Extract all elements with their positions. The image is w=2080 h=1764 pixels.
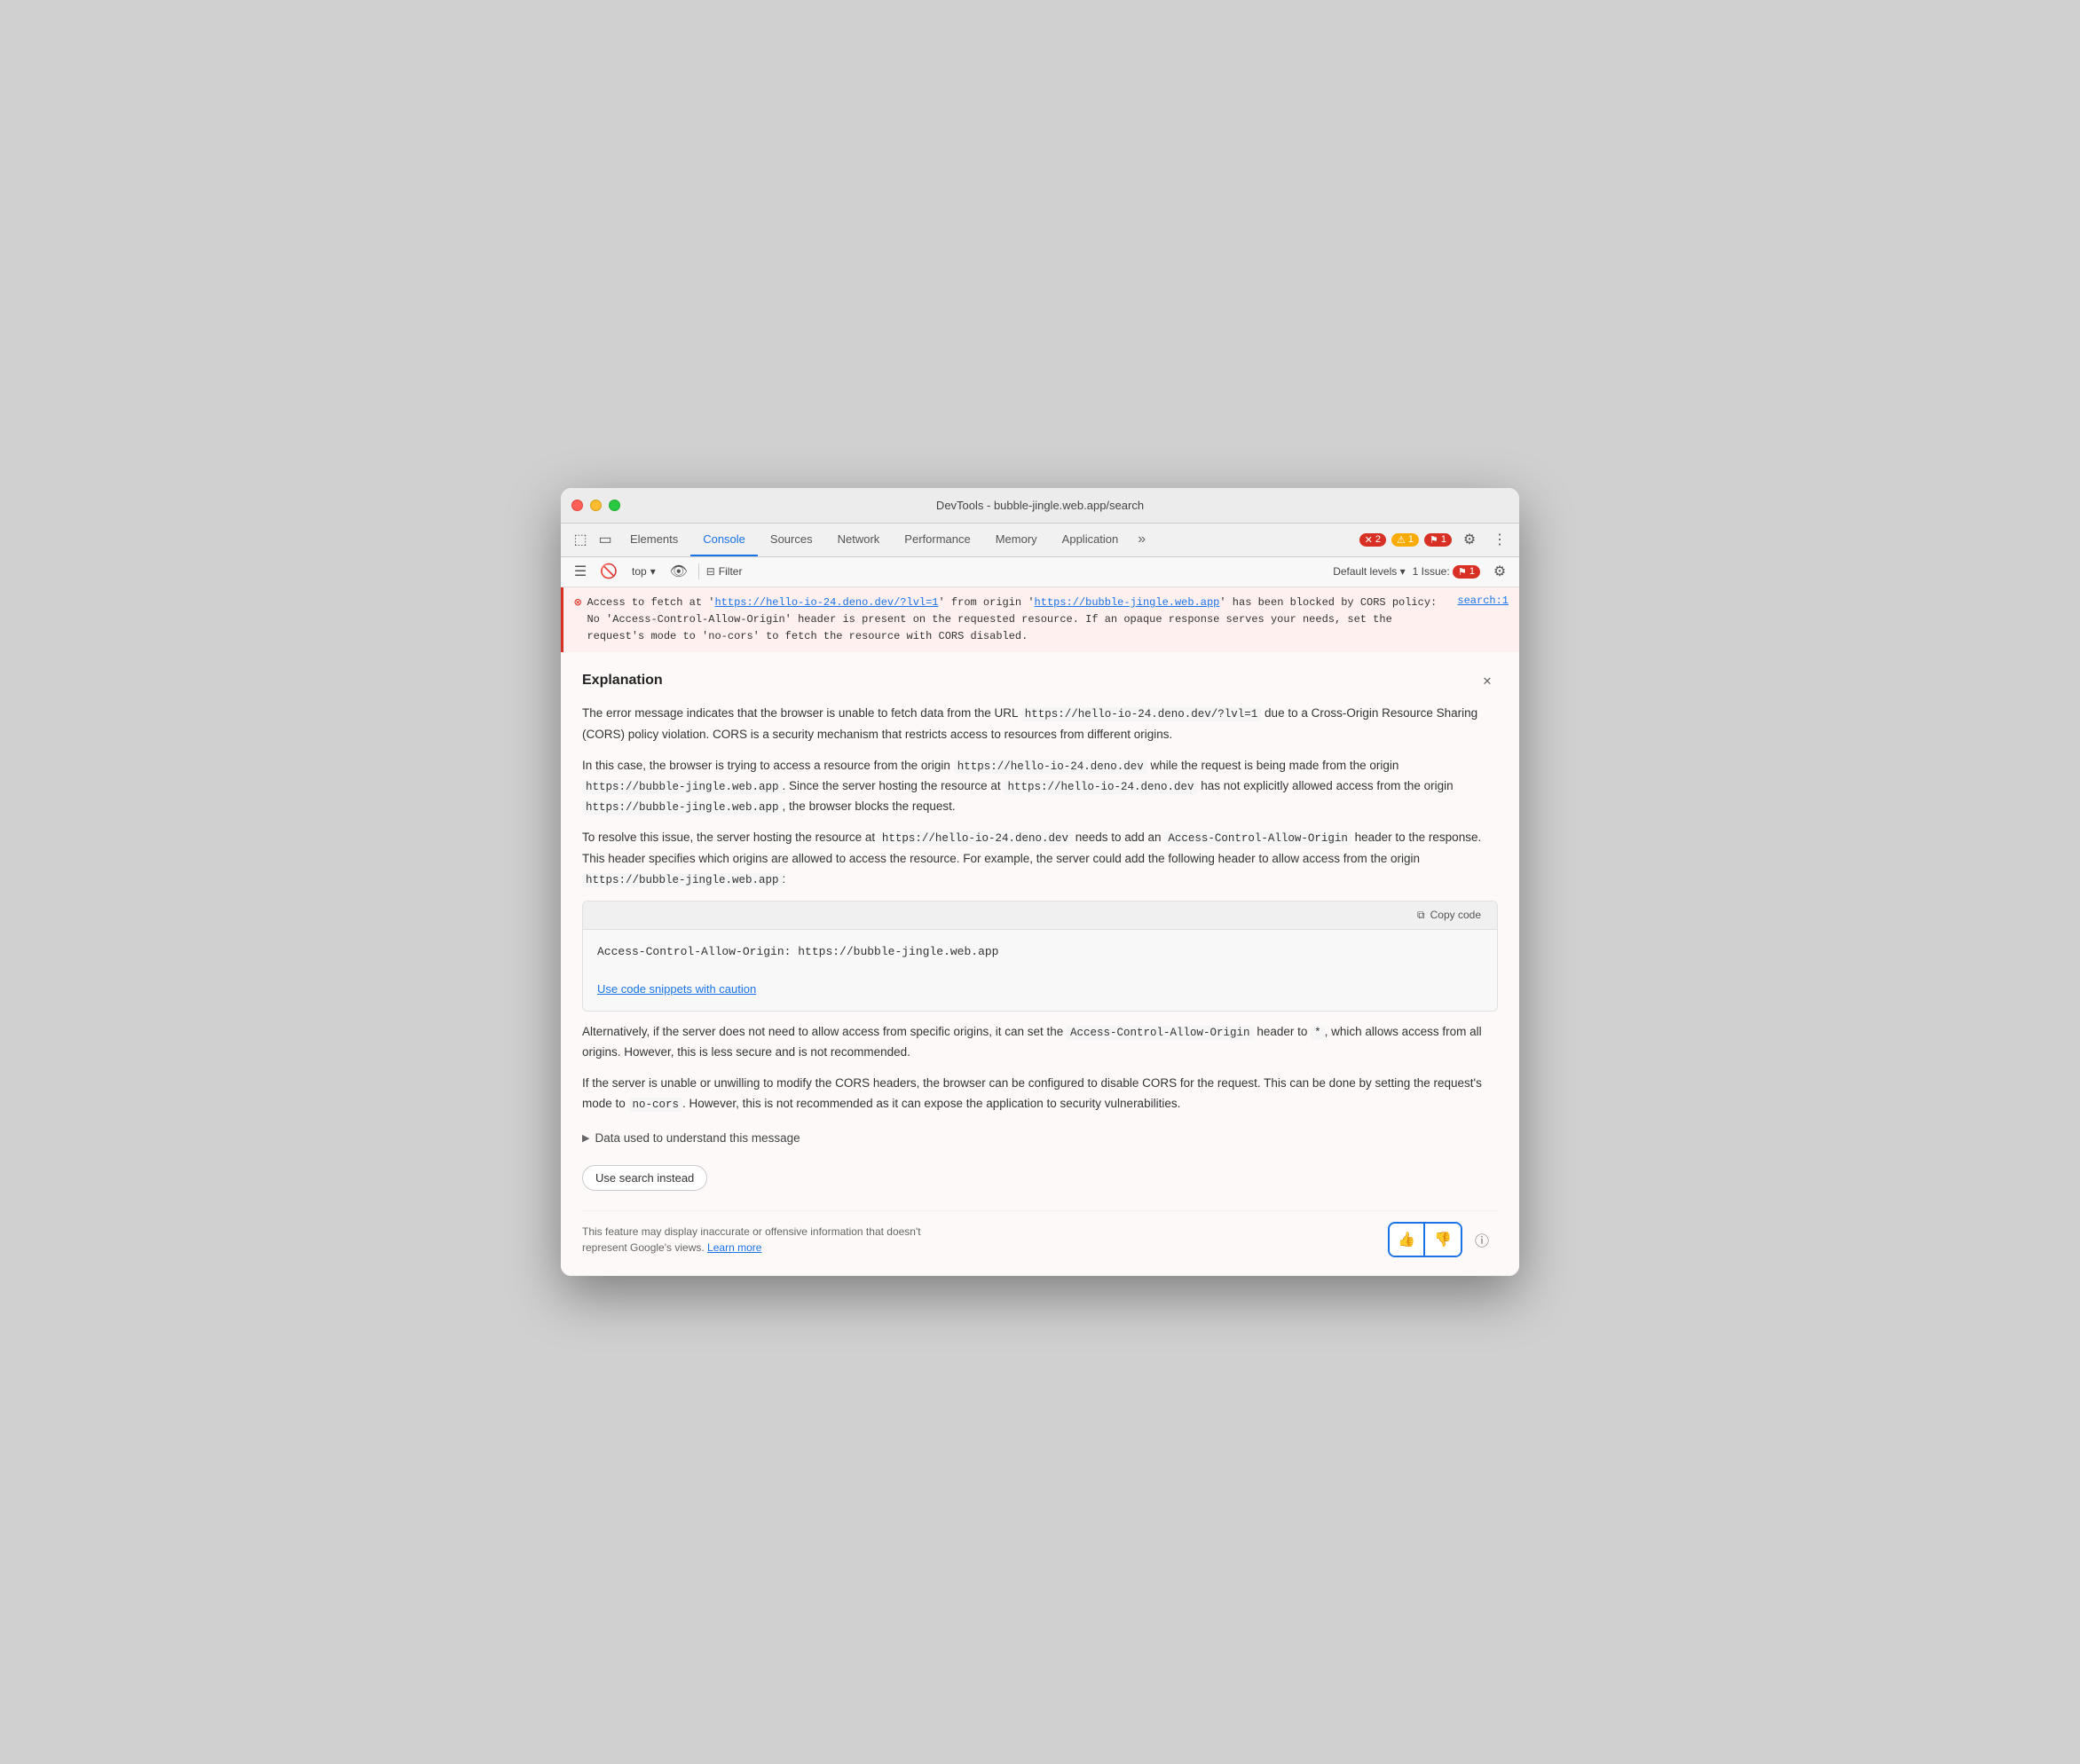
toolbar-right: Default levels ▾ 1 Issue: ⚑ 1 ⚙ [1333, 559, 1512, 584]
origin-code-5: https://bubble-jingle.web.app [582, 873, 783, 887]
code-snippet: Access-Control-Allow-Origin: https://bub… [583, 930, 1497, 974]
close-traffic-light[interactable] [571, 500, 583, 511]
caution-link[interactable]: Use code snippets with caution [597, 982, 756, 996]
more-tabs-button[interactable]: » [1131, 532, 1153, 547]
warning-icon: ⚠ [1397, 534, 1406, 546]
code-block-container: ⧉ Copy code Access-Control-Allow-Origin:… [582, 901, 1498, 1012]
wildcard-code: * [1311, 1026, 1325, 1040]
tab-performance[interactable]: Performance [892, 523, 982, 556]
explanation-body: The error message indicates that the bro… [582, 704, 1498, 1257]
filter-area: ⊟ Filter [706, 565, 1329, 578]
toolbar-issue-icon: ⚑ [1458, 566, 1467, 578]
feedback-disclaimer-text: This feature may display inaccurate or o… [582, 1224, 955, 1256]
devtools-window: DevTools - bubble-jingle.web.app/search … [561, 488, 1519, 1276]
explanation-para-2: In this case, the browser is trying to a… [582, 756, 1498, 818]
tab-bar-right: ✕ 2 ⚠ 1 ⚑ 1 ⚙ ⋮ [1359, 527, 1512, 552]
issue-icon: ⚑ [1430, 534, 1438, 546]
cursor-mode-icon[interactable]: ⬚ [568, 527, 593, 552]
origin-code-4: https://bubble-jingle.web.app [582, 800, 783, 815]
thumbs-up-button[interactable]: 👍 [1390, 1224, 1425, 1256]
context-label: top [632, 565, 647, 578]
error-circle-icon: ⊗ [574, 595, 581, 646]
issue-count: 1 [1441, 534, 1446, 545]
console-settings-icon[interactable]: ⚙ [1487, 559, 1512, 584]
console-content: ⊗ Access to fetch at 'https://hello-io-2… [561, 587, 1519, 1276]
minimize-traffic-light[interactable] [590, 500, 602, 511]
feedback-buttons: 👍 👎 ⓘ [1388, 1222, 1498, 1257]
tab-memory[interactable]: Memory [983, 523, 1050, 556]
explanation-panel: Explanation ✕ The error message indicate… [561, 652, 1519, 1276]
error-source-link[interactable]: search:1 [1457, 595, 1509, 646]
console-toolbar: ☰ 🚫 top ▾ 👁 ⊟ Filter Default levels ▾ 1 … [561, 557, 1519, 587]
learn-more-link[interactable]: Learn more [707, 1241, 761, 1254]
origin-code-3: https://hello-io-24.deno.dev [1004, 780, 1197, 794]
explanation-para-5: If the server is unable or unwilling to … [582, 1074, 1498, 1114]
device-toolbar-icon[interactable]: ▭ [593, 527, 618, 552]
explanation-para-1: The error message indicates that the bro… [582, 704, 1498, 744]
toolbar-divider [698, 563, 699, 579]
eye-icon[interactable]: 👁 [666, 559, 691, 584]
sidebar-toggle-icon[interactable]: ☰ [568, 559, 593, 584]
error-message-text: Access to fetch at 'https://hello-io-24.… [587, 595, 1452, 646]
explanation-title: Explanation [582, 673, 663, 689]
error-icon: ✕ [1365, 534, 1373, 546]
tab-elements[interactable]: Elements [618, 523, 690, 556]
origin-code-1: https://hello-io-24.deno.dev [954, 760, 1147, 774]
filter-icon: ⊟ [706, 565, 715, 578]
fetch-url-link[interactable]: https://hello-io-24.deno.dev/?lvl=1 [714, 596, 938, 609]
error-text-prefix: Access to fetch at ' [587, 596, 714, 609]
context-dropdown-icon: ▾ [650, 565, 656, 578]
feedback-row: This feature may display inaccurate or o… [582, 1210, 1498, 1257]
header-code-1: Access-Control-Allow-Origin [1164, 831, 1351, 846]
header-code-2: Access-Control-Allow-Origin [1067, 1026, 1254, 1040]
levels-dropdown-icon: ▾ [1400, 565, 1406, 578]
no-cors-code: no-cors [629, 1098, 683, 1112]
tab-network[interactable]: Network [825, 523, 893, 556]
toolbar-issue-badge[interactable]: ⚑ 1 [1453, 565, 1480, 579]
explanation-para-3: To resolve this issue, the server hostin… [582, 828, 1498, 889]
error-badge[interactable]: ✕ 2 [1359, 533, 1386, 547]
thumbs-down-button[interactable]: 👎 [1425, 1224, 1461, 1256]
context-selector[interactable]: top ▾ [625, 563, 663, 579]
tab-sources[interactable]: Sources [758, 523, 825, 556]
data-used-toggle-icon: ▶ [582, 1130, 589, 1147]
window-title: DevTools - bubble-jingle.web.app/search [936, 499, 1144, 512]
origin-url-link[interactable]: https://bubble-jingle.web.app [1035, 596, 1220, 609]
clear-console-icon[interactable]: 🚫 [596, 559, 621, 584]
tab-application[interactable]: Application [1050, 523, 1131, 556]
issue-badge[interactable]: ⚑ 1 [1424, 533, 1452, 547]
data-used-label: Data used to understand this message [595, 1129, 800, 1149]
settings-icon[interactable]: ⚙ [1457, 527, 1482, 552]
warning-count: 1 [1408, 534, 1414, 545]
copy-icon: ⧉ [1417, 909, 1425, 922]
url-code-1: https://hello-io-24.deno.dev/?lvl=1 [1021, 707, 1262, 721]
data-used-section[interactable]: ▶ Data used to understand this message [582, 1129, 1498, 1149]
issue-count-label: 1 Issue: ⚑ 1 [1413, 565, 1480, 579]
code-block-header: ⧉ Copy code [583, 902, 1497, 930]
devtools-tab-bar: ⬚ ▭ Elements Console Sources Network Per… [561, 524, 1519, 557]
tab-console[interactable]: Console [690, 523, 758, 556]
fullscreen-traffic-light[interactable] [609, 500, 620, 511]
origin-code-2: https://bubble-jingle.web.app [582, 780, 783, 794]
filter-label: Filter [719, 565, 743, 578]
titlebar: DevTools - bubble-jingle.web.app/search [561, 488, 1519, 524]
copy-label: Copy code [1430, 909, 1481, 921]
default-levels-dropdown[interactable]: Default levels ▾ [1333, 565, 1405, 578]
traffic-lights [571, 500, 620, 511]
use-search-instead-button[interactable]: Use search instead [582, 1165, 707, 1191]
error-count: 2 [1375, 534, 1381, 545]
explanation-para-4: Alternatively, if the server does not ne… [582, 1022, 1498, 1063]
cors-error-row: ⊗ Access to fetch at 'https://hello-io-2… [561, 587, 1519, 653]
warning-badge[interactable]: ⚠ 1 [1391, 533, 1419, 547]
explanation-header: Explanation ✕ [582, 670, 1498, 691]
info-button[interactable]: ⓘ [1466, 1224, 1498, 1256]
close-explanation-button[interactable]: ✕ [1477, 670, 1498, 691]
server-code-1: https://hello-io-24.deno.dev [878, 831, 1072, 846]
caution-area: Use code snippets with caution [583, 974, 1497, 1011]
copy-code-button[interactable]: ⧉ Copy code [1410, 907, 1488, 924]
more-options-icon[interactable]: ⋮ [1487, 527, 1512, 552]
feedback-thumbs-group: 👍 👎 [1388, 1222, 1462, 1257]
